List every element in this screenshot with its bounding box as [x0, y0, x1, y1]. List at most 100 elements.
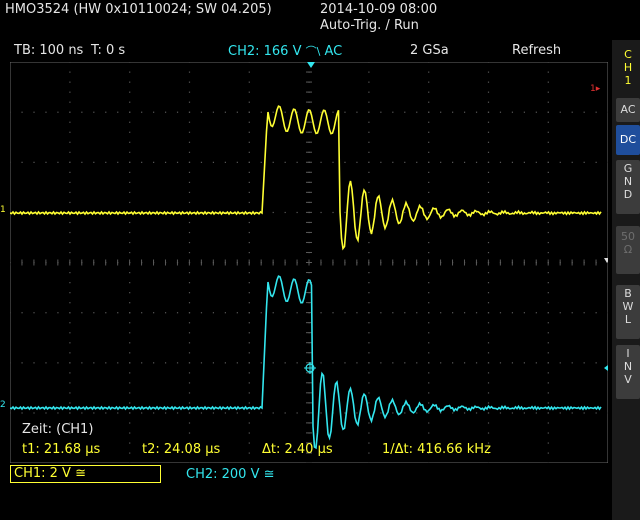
- grid-dot: [487, 422, 490, 424]
- trigger-source-readout[interactable]: CH2: 166 V ⌒\ AC: [228, 43, 342, 59]
- grid-dot: [428, 231, 430, 234]
- grid-dot: [535, 362, 537, 364]
- grid-dot: [487, 322, 490, 324]
- ch2-ground-marker[interactable]: 2: [0, 400, 6, 410]
- grid-dot: [200, 111, 203, 113]
- grid-dot: [332, 211, 334, 214]
- grid-dot: [260, 111, 262, 113]
- grid-dot: [392, 312, 394, 314]
- grid-dot: [200, 412, 203, 414]
- grid-dot: [428, 432, 430, 434]
- grid-dot: [380, 312, 382, 314]
- grid-dot: [595, 312, 597, 314]
- ch1-scale-box[interactable]: CH1: 2 V ≅: [10, 465, 161, 483]
- grid-dot: [368, 282, 370, 284]
- grid-dot: [428, 392, 430, 394]
- grid-dot: [487, 101, 490, 103]
- coupling-dc-button[interactable]: DC: [616, 125, 640, 155]
- grid-dot: [188, 251, 191, 254]
- impedance-50-ohm-button[interactable]: 50 Ω: [616, 226, 640, 274]
- trigger-time-readout[interactable]: T: 0 s: [91, 43, 125, 58]
- grid-dot: [117, 161, 119, 163]
- grid-dot: [200, 362, 203, 364]
- grid-dot: [428, 181, 430, 183]
- timebase-readout[interactable]: TB: 100 ns: [14, 43, 83, 58]
- grid-dot: [188, 81, 191, 83]
- coupling-ac-button[interactable]: AC: [616, 98, 640, 122]
- grid-dot: [69, 342, 71, 344]
- grid-dot: [547, 171, 549, 173]
- bandwidth-limit-button[interactable]: BWL: [616, 285, 640, 339]
- grid-dot: [69, 221, 71, 224]
- trigger-level-marker[interactable]: 1▸: [590, 84, 600, 94]
- grid-dot: [320, 312, 322, 314]
- grid-dot: [248, 161, 250, 163]
- grid-dot: [428, 151, 430, 153]
- ch1-ground-marker[interactable]: 1: [0, 205, 6, 215]
- grid-dot: [404, 312, 406, 314]
- grid-dot: [200, 161, 203, 163]
- grid-dot: [129, 181, 131, 183]
- grid-dot: [69, 272, 71, 274]
- grid-dot: [404, 362, 406, 364]
- grid-dot: [368, 312, 370, 314]
- grid-dot: [236, 312, 238, 314]
- grid-dot: [368, 91, 370, 93]
- grid-dot: [523, 161, 525, 163]
- grid-dot: [428, 292, 430, 294]
- grid-dot: [535, 412, 537, 414]
- grid-dot: [428, 382, 430, 384]
- grid-dot: [332, 362, 334, 364]
- grid-dot: [153, 362, 155, 364]
- grid-dot: [248, 201, 250, 204]
- grid-dot: [248, 422, 250, 424]
- grid-dot: [69, 171, 71, 173]
- grid-dot: [188, 322, 191, 324]
- grid-dot: [368, 151, 370, 153]
- grid-dot: [583, 111, 585, 113]
- cursor-t2: t2: 24.08 µs: [142, 442, 221, 457]
- grid-dot: [487, 272, 490, 274]
- trigger-slope-icon: ⌒\: [305, 45, 321, 58]
- grid-dot: [69, 412, 71, 414]
- grid-dot: [33, 412, 35, 414]
- grid-dot: [547, 141, 549, 143]
- grid-dot: [248, 111, 250, 113]
- grid-dot: [81, 161, 83, 163]
- grid-dot: [129, 171, 131, 173]
- grid-dot: [21, 161, 23, 163]
- grid-dot: [356, 412, 358, 414]
- grid-dot: [224, 312, 226, 314]
- ch2-scale-label[interactable]: CH2: 200 V ≅: [186, 467, 275, 482]
- grid-dot: [368, 402, 370, 404]
- grid-dot: [188, 201, 191, 204]
- grid-dot: [129, 312, 131, 314]
- grid-dot: [10, 362, 11, 364]
- grid-dot: [547, 62, 549, 63]
- acquisition-mode[interactable]: Refresh: [512, 43, 561, 58]
- grid-dot: [344, 211, 346, 214]
- grid-dot: [428, 312, 430, 314]
- grid-dot: [368, 62, 370, 63]
- grid-dot: [212, 362, 215, 364]
- grid-dot: [463, 312, 466, 314]
- grid-dot: [284, 161, 286, 163]
- grid-dot: [129, 201, 131, 204]
- grid-dot: [392, 412, 394, 414]
- grid-dot: [188, 332, 191, 334]
- grid-dot: [487, 131, 490, 133]
- invert-button[interactable]: INV: [616, 345, 640, 399]
- grid-dot: [141, 111, 143, 113]
- grid-dot: [33, 111, 35, 113]
- waveform-display[interactable]: [10, 62, 608, 463]
- grid-dot: [129, 251, 131, 254]
- grid-dot: [45, 312, 47, 314]
- grid-dot: [69, 312, 71, 314]
- grid-dot: [571, 111, 573, 113]
- grid-dot: [523, 412, 525, 414]
- grid-dot: [272, 211, 274, 214]
- grid-dot: [129, 402, 131, 404]
- grid-dot: [368, 442, 370, 444]
- coupling-gnd-button[interactable]: GND: [616, 160, 640, 214]
- grid-dot: [188, 181, 191, 183]
